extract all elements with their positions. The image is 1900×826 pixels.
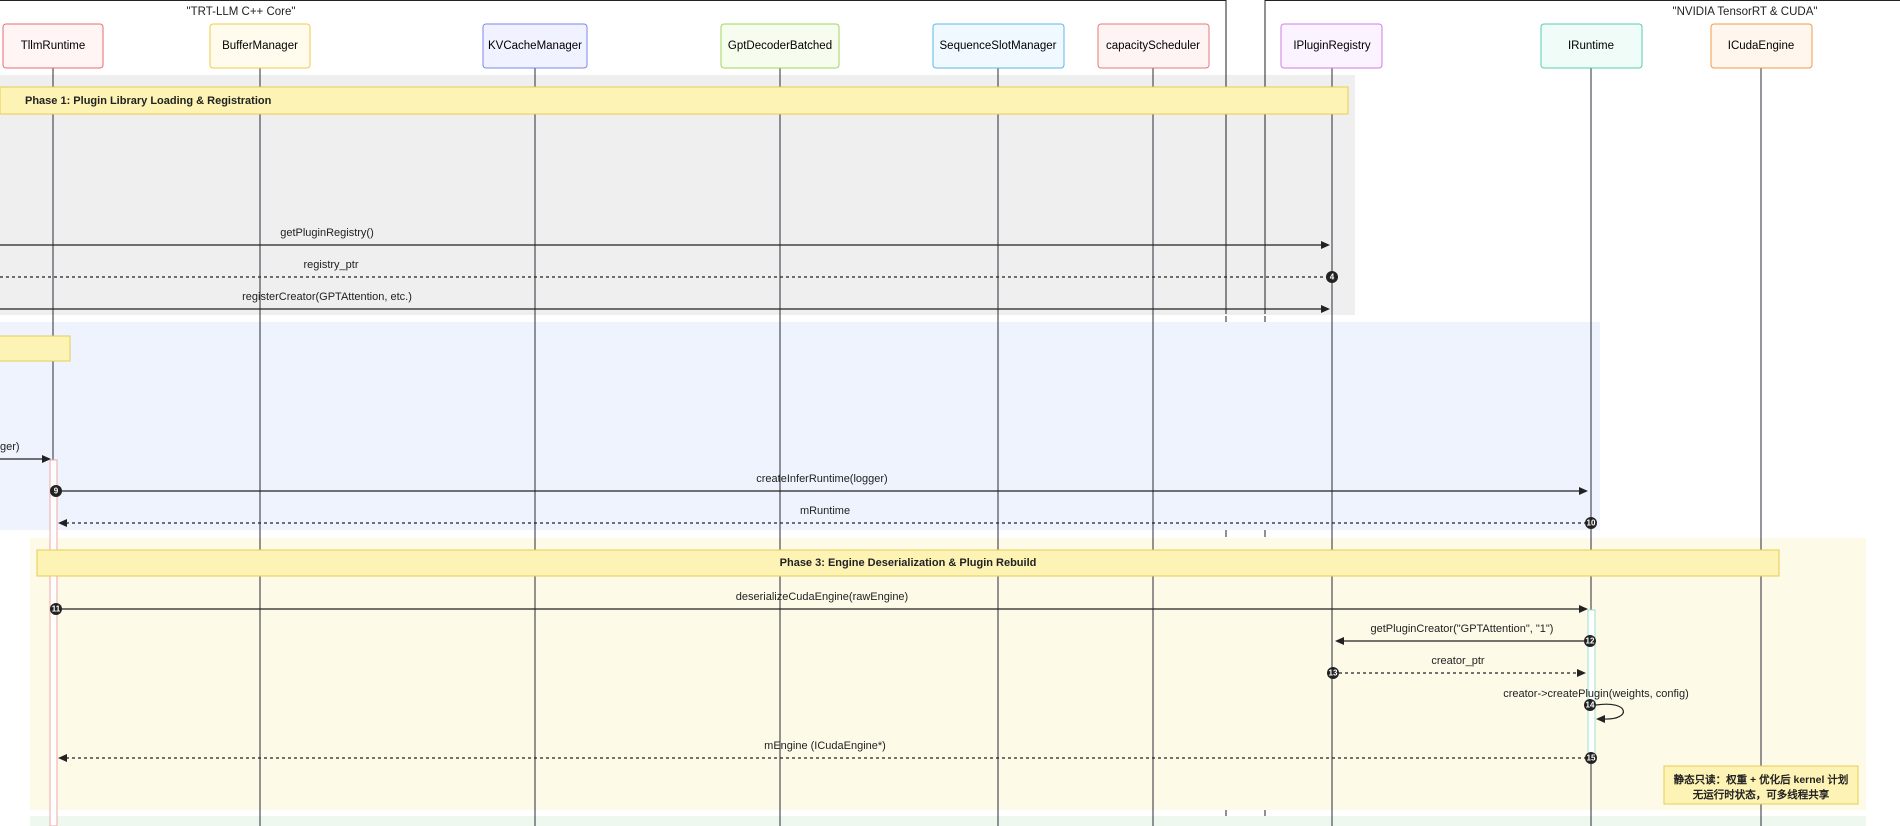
participant-kv[interactable]: KVCacheManager <box>482 23 588 69</box>
message-label: registry_ptr <box>303 259 358 271</box>
message-label: getPluginCreator("GPTAttention", "1") <box>1371 623 1554 635</box>
svg-text:11: 11 <box>52 605 61 614</box>
participant-gpt[interactable]: GptDecoderBatched <box>720 23 840 69</box>
phase-2-background <box>0 322 1600 530</box>
message-label: registerCreator(GPTAttention, etc.) <box>242 291 412 303</box>
participant-buf-label: BufferManager <box>222 40 298 52</box>
svg-text:15: 15 <box>1587 754 1596 763</box>
engine-note: 静态只读：权重 + 优化后 kernel 计划 无运行时状态，可多线程共享 <box>1663 765 1859 805</box>
group-core-label: "TRT-LLM C++ Core" <box>187 6 296 18</box>
phase-2-bar <box>0 335 71 362</box>
svg-text:10: 10 <box>1587 519 1596 528</box>
message-label: creator_ptr <box>1431 655 1485 667</box>
participant-rt[interactable]: IRuntime <box>1540 23 1643 69</box>
sequence-diagram: "TRT-LLM C++ Core" "NVIDIA TensorRT & CU… <box>0 0 1900 826</box>
phase-3-label: Phase 3: Engine Deserialization & Plugin… <box>780 557 1037 569</box>
message-label: creator->createPlugin(weights, config) <box>1503 688 1689 700</box>
svg-text:9: 9 <box>54 487 59 496</box>
svg-text:13: 13 <box>1329 669 1338 678</box>
participant-seq[interactable]: SequenceSlotManager <box>932 23 1065 69</box>
activation-tllm <box>49 459 58 826</box>
participant-seq-label: SequenceSlotManager <box>940 40 1057 52</box>
participant-eng-label: ICudaEngine <box>1728 40 1795 52</box>
participant-rt-label: IRuntime <box>1568 40 1614 52</box>
note-line-1: 静态只读：权重 + 优化后 kernel 计划 <box>1674 773 1849 786</box>
participant-buf[interactable]: BufferManager <box>209 23 311 69</box>
phase-1-bar: Phase 1: Plugin Library Loading & Regist… <box>0 86 1349 115</box>
message-label: getPluginRegistry() <box>280 227 374 239</box>
participant-kv-label: KVCacheManager <box>488 40 582 52</box>
phase-1-label: Phase 1: Plugin Library Loading & Regist… <box>25 95 272 107</box>
message-label: createInferRuntime(logger) <box>756 473 887 485</box>
participant-gpt-label: GptDecoderBatched <box>728 40 832 52</box>
participant-tllm-label: TllmRuntime <box>21 40 86 52</box>
message-label: ger) <box>0 441 20 453</box>
message-label: mEngine (ICudaEngine*) <box>764 740 886 752</box>
message-label: deserializeCudaEngine(rawEngine) <box>736 591 908 603</box>
participant-cap-label: capacityScheduler <box>1106 40 1200 52</box>
message-label: mRuntime <box>800 505 850 517</box>
svg-text:14: 14 <box>1586 701 1595 710</box>
note-line-2: 无运行时状态，可多线程共享 <box>1692 788 1830 801</box>
svg-text:4: 4 <box>1330 273 1335 282</box>
participant-eng[interactable]: ICudaEngine <box>1710 23 1813 69</box>
participant-reg[interactable]: IPluginRegistry <box>1280 23 1383 69</box>
group-nvidia-label: "NVIDIA TensorRT & CUDA" <box>1673 6 1818 18</box>
participant-cap[interactable]: capacityScheduler <box>1097 23 1210 69</box>
participant-reg-label: IPluginRegistry <box>1293 40 1371 52</box>
svg-text:12: 12 <box>1586 637 1595 646</box>
phase-3-bar: Phase 3: Engine Deserialization & Plugin… <box>36 549 1780 577</box>
participant-tllm[interactable]: TllmRuntime <box>2 23 104 69</box>
activation-rt <box>1587 609 1596 756</box>
